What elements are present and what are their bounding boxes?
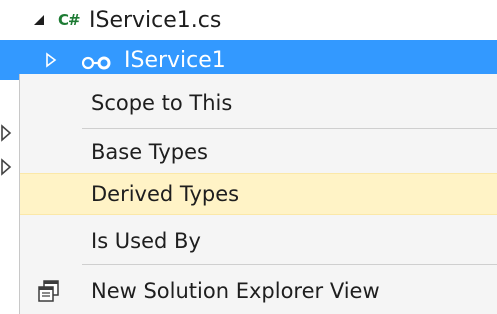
- menu-separator: [82, 128, 497, 129]
- tree-item-iservice1-cs[interactable]: C# IService1.cs: [0, 0, 497, 40]
- tree-item-label: IService1: [124, 47, 226, 73]
- menu-item-label: Is Used By: [91, 229, 201, 253]
- menu-item-label: Derived Types: [91, 182, 240, 206]
- menu-item-base-types[interactable]: Base Types: [20, 131, 497, 173]
- menu-item-is-used-by[interactable]: Is Used By: [20, 220, 497, 262]
- solution-explorer-tree: C# IService1.cs IService1 Scope to This: [0, 0, 497, 314]
- collapsed-triangle-icon: [1, 158, 12, 176]
- collapsed-triangle-icon[interactable]: [42, 51, 60, 69]
- menu-item-label: New Solution Explorer View: [91, 279, 380, 303]
- menu-separator: [82, 264, 497, 265]
- csharp-file-icon: C#: [58, 11, 81, 29]
- collapsed-triangle-icon: [1, 124, 12, 142]
- menu-item-label: Scope to This: [91, 91, 233, 115]
- menu-item-label: Base Types: [91, 140, 208, 164]
- tree-item-label: IService1.cs: [89, 7, 222, 33]
- expanded-triangle-icon[interactable]: [30, 11, 48, 29]
- context-menu: Scope to This Base Types Derived Types I…: [20, 74, 497, 314]
- menu-item-new-solution-explorer-view[interactable]: New Solution Explorer View: [20, 270, 497, 312]
- menu-item-scope-to-this[interactable]: Scope to This: [20, 82, 497, 124]
- new-window-icon: [37, 279, 61, 303]
- menu-item-derived-types[interactable]: Derived Types: [20, 173, 497, 215]
